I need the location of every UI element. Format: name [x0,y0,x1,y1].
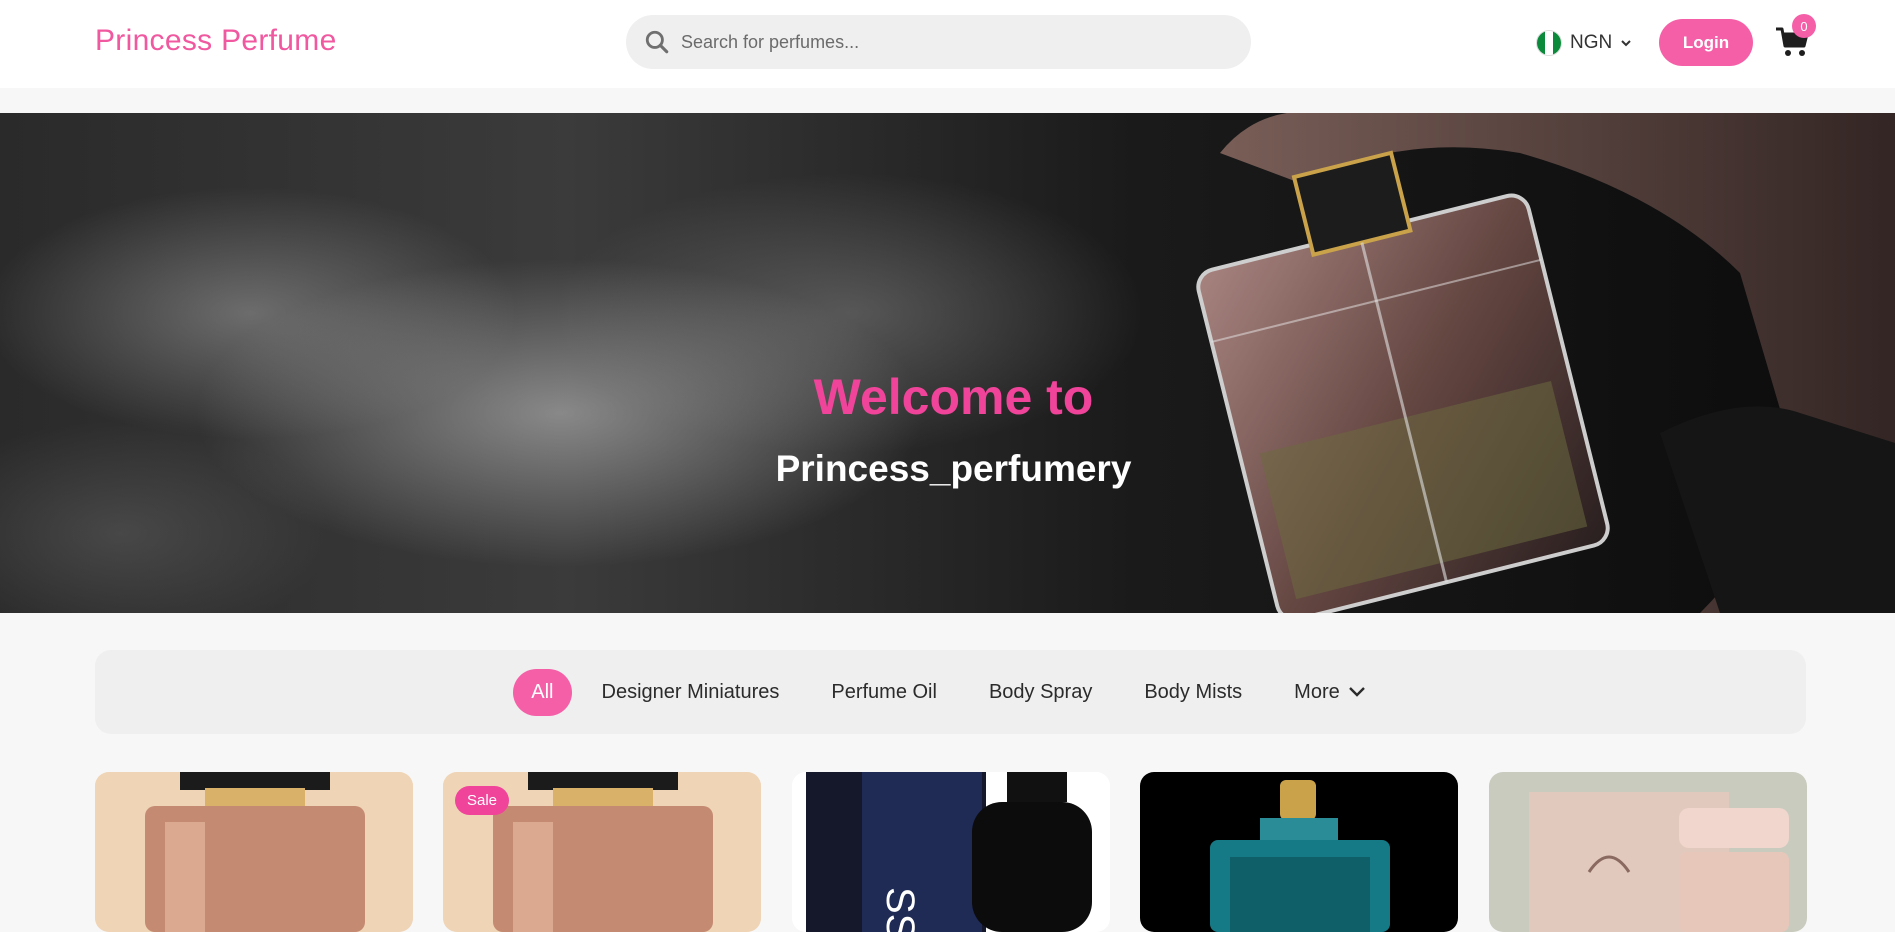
product-image: SS [792,772,1110,932]
category-label: All [531,680,554,703]
product-card[interactable] [95,772,413,932]
category-all[interactable]: All [513,668,572,716]
perfume-bottle-image [1196,113,1895,613]
category-label: Body Spray [988,680,1093,703]
category-designer-miniatures[interactable]: Designer Miniatures [580,669,802,716]
category-more-dropdown[interactable]: More [1272,669,1388,716]
product-image [1140,772,1458,932]
hero-subtitle: Princess_perfumery [775,448,1132,489]
search-bar[interactable] [626,15,1251,69]
category-label: Body Mists [1144,680,1243,703]
search-input[interactable] [681,15,1231,69]
brand-logo[interactable]: Princess Perfume [95,24,337,58]
chevron-down-icon [1621,40,1631,47]
category-perfume-oil[interactable]: Perfume Oil [809,669,959,716]
chevron-down-icon [1348,687,1365,697]
search-icon [645,30,669,54]
login-button[interactable]: Login [1659,19,1753,66]
svg-text:SS: SS [878,887,922,932]
product-card[interactable] [1140,772,1458,932]
currency-code: NGN [1570,32,1613,53]
category-filter-bar: All Designer Miniatures Perfume Oil Body… [95,650,1806,734]
product-image [95,772,413,932]
currency-selector[interactable]: NGN [1536,28,1632,58]
product-card[interactable] [1489,772,1807,932]
nigeria-flag-icon [1536,30,1562,56]
sale-badge: Sale [455,786,510,815]
category-label: Designer Miniatures [601,680,780,703]
product-image [1489,772,1807,932]
cart-count-badge: 0 [1792,14,1816,38]
hero-title: Welcome to [813,369,1094,425]
category-label: Perfume Oil [831,680,937,703]
product-card[interactable]: Sale [443,772,761,932]
category-body-mists[interactable]: Body Mists [1122,669,1264,716]
category-body-spray[interactable]: Body Spray [967,669,1114,716]
hero-banner: Welcome to Princess_perfumery [0,113,1895,613]
product-card[interactable]: SS [792,772,1110,932]
category-label: More [1294,680,1340,703]
site-header: Princess Perfume NGN Login 0 [0,0,1895,88]
